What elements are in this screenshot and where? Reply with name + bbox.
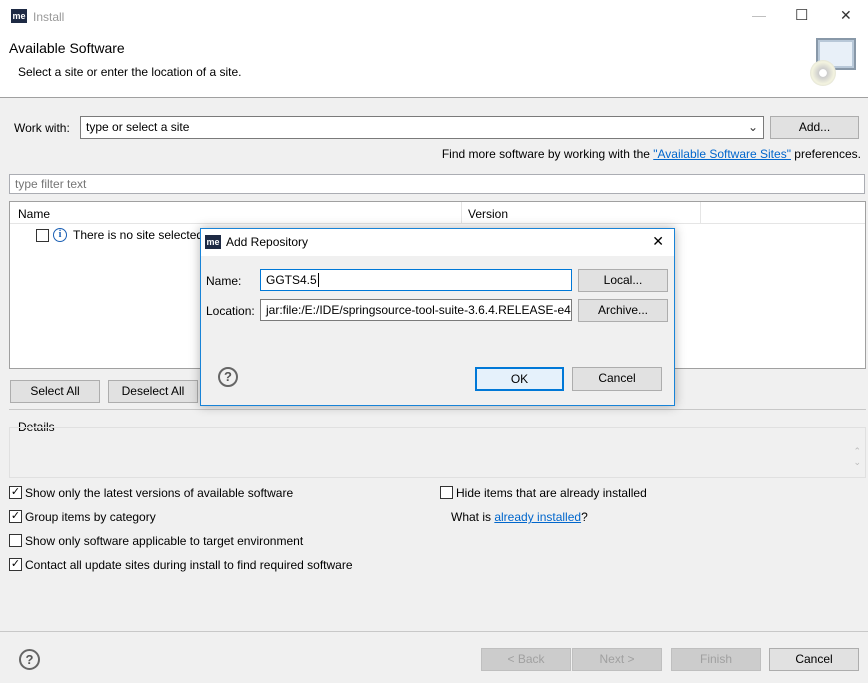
archive-button[interactable]: Archive... bbox=[578, 299, 668, 322]
available-software-sites-link[interactable]: "Available Software Sites" bbox=[653, 147, 791, 161]
help-icon[interactable]: ? bbox=[19, 649, 40, 670]
computer-cd-icon bbox=[810, 38, 858, 90]
cancel-button[interactable]: Cancel bbox=[769, 648, 859, 671]
option-latest-label[interactable]: Show only the latest versions of availab… bbox=[25, 486, 293, 500]
option-applicable-label[interactable]: Show only software applicable to target … bbox=[25, 534, 303, 548]
select-all-button[interactable]: Select All bbox=[10, 380, 100, 403]
option-group-label[interactable]: Group items by category bbox=[25, 510, 156, 524]
dialog-title: Add Repository bbox=[226, 235, 309, 249]
scrollbar[interactable]: ⌃ ⌄ bbox=[853, 446, 861, 468]
column-header-name[interactable]: Name bbox=[18, 207, 50, 221]
work-with-label: Work with: bbox=[14, 121, 70, 135]
empty-message: There is no site selected. bbox=[73, 228, 207, 242]
app-logo: me bbox=[11, 9, 27, 23]
dialog-help-icon[interactable]: ? bbox=[218, 367, 238, 387]
back-button[interactable]: < Back bbox=[481, 648, 571, 671]
add-site-button[interactable]: Add... bbox=[770, 116, 859, 139]
page-title: Available Software bbox=[9, 40, 125, 56]
dialog-title-bar: me Add Repository ✕ bbox=[201, 229, 674, 256]
dialog-logo: me bbox=[205, 235, 221, 249]
already-installed-link[interactable]: already installed bbox=[494, 510, 581, 524]
more-software-text: Find more software by working with the "… bbox=[442, 147, 861, 161]
title-bar: me Install — ☐ ✕ bbox=[0, 0, 868, 32]
name-value: GGTS4.5 bbox=[266, 273, 317, 287]
option-latest-checkbox[interactable]: ✓ bbox=[9, 486, 22, 499]
hide-installed-label[interactable]: Hide items that are already installed bbox=[456, 486, 647, 500]
what-is-text: What is already installed? bbox=[451, 510, 588, 524]
option-group-checkbox[interactable]: ✓ bbox=[9, 510, 22, 523]
name-label: Name: bbox=[206, 274, 242, 288]
close-button[interactable]: ✕ bbox=[840, 7, 852, 24]
dialog-close-button[interactable]: ✕ bbox=[652, 233, 664, 250]
header: Available Software Select a site or ente… bbox=[0, 32, 868, 98]
maximize-button[interactable]: ☐ bbox=[795, 6, 808, 24]
option-applicable-checkbox[interactable] bbox=[9, 534, 22, 547]
add-repository-dialog: me Add Repository ✕ Name: GGTS4.5 Local.… bbox=[200, 228, 675, 406]
hide-installed-checkbox[interactable] bbox=[440, 486, 453, 499]
more-suffix: preferences. bbox=[790, 147, 861, 161]
location-label: Location: bbox=[206, 304, 255, 318]
deselect-all-button[interactable]: Deselect All bbox=[108, 380, 198, 403]
work-with-value: type or select a site bbox=[86, 120, 190, 134]
row-checkbox[interactable] bbox=[36, 229, 49, 242]
next-button[interactable]: Next > bbox=[572, 648, 662, 671]
column-header-version[interactable]: Version bbox=[468, 207, 508, 221]
minimize-button[interactable]: — bbox=[752, 7, 766, 23]
chevron-down-icon[interactable]: ⌄ bbox=[748, 117, 758, 137]
local-button[interactable]: Local... bbox=[578, 269, 668, 292]
info-icon: i bbox=[53, 228, 67, 242]
details-area[interactable]: ⌃ ⌄ bbox=[9, 427, 866, 478]
location-input[interactable]: jar:file:/E:/IDE/springsource-tool-suite… bbox=[260, 299, 572, 321]
window-title: Install bbox=[33, 10, 65, 24]
what-is-prefix: What is bbox=[451, 510, 495, 524]
option-contact-label[interactable]: Contact all update sites during install … bbox=[25, 558, 353, 572]
filter-input[interactable] bbox=[9, 174, 865, 194]
what-is-suffix: ? bbox=[581, 510, 588, 524]
option-contact-checkbox[interactable]: ✓ bbox=[9, 558, 22, 571]
more-prefix: Find more software by working with the bbox=[441, 147, 654, 161]
ok-button[interactable]: OK bbox=[475, 367, 564, 391]
page-subtitle: Select a site or enter the location of a… bbox=[18, 65, 242, 79]
work-with-combo[interactable]: type or select a site ⌄ bbox=[80, 116, 764, 139]
finish-button[interactable]: Finish bbox=[671, 648, 761, 671]
name-input[interactable]: GGTS4.5 bbox=[260, 269, 572, 291]
dialog-cancel-button[interactable]: Cancel bbox=[572, 367, 662, 391]
